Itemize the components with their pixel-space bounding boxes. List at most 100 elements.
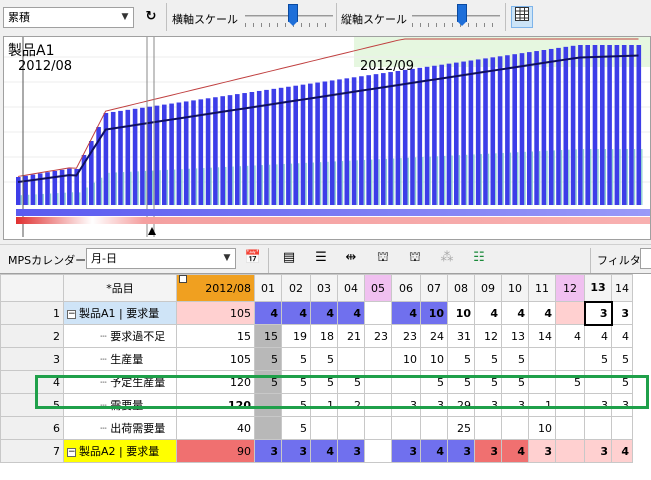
- grid-row[interactable]: 7− 製品A2 | 要求量 90 3 3 4 3 3 4 3 3 4 3 3 4: [0, 439, 633, 463]
- day-cell[interactable]: 23: [391, 324, 421, 348]
- day-cell[interactable]: [528, 347, 556, 371]
- day-cell[interactable]: 3: [474, 393, 502, 417]
- item-cell[interactable]: − 製品A2 | 要求量: [63, 439, 177, 463]
- month-total-cell[interactable]: 90: [176, 439, 255, 463]
- day-cell[interactable]: [364, 301, 392, 325]
- mode-select[interactable]: 累積 ▼: [3, 7, 134, 28]
- day-cell[interactable]: 4: [528, 301, 556, 325]
- day-cell[interactable]: [474, 416, 502, 440]
- day-cell[interactable]: 15: [254, 324, 282, 348]
- day-cell[interactable]: 5: [474, 347, 502, 371]
- day-cell[interactable]: [364, 439, 392, 463]
- day-cell[interactable]: [364, 370, 392, 394]
- day-cell[interactable]: [337, 347, 365, 371]
- day-cell[interactable]: [555, 347, 585, 371]
- day-column-header[interactable]: 09: [474, 274, 502, 302]
- item-cell[interactable]: ┄ 予定生産量: [63, 370, 177, 394]
- day-cell[interactable]: [364, 393, 392, 417]
- day-cell[interactable]: 4: [310, 301, 338, 325]
- day-cell[interactable]: [555, 439, 585, 463]
- day-cell[interactable]: 5: [281, 370, 311, 394]
- day-cell[interactable]: 4: [310, 439, 338, 463]
- grid-row[interactable]: 2 ┄ 要求過不足 15 15 19 18 21 23 23 24 31 12 13 14 4 4 4: [0, 324, 633, 348]
- day-cell[interactable]: 18: [310, 324, 338, 348]
- day-cell[interactable]: [528, 370, 556, 394]
- grid-toggle-button[interactable]: [511, 6, 533, 28]
- h-scale-thumb[interactable]: [288, 4, 298, 26]
- day-cell[interactable]: [584, 370, 612, 394]
- day-cell[interactable]: 5: [281, 416, 311, 440]
- filter-select[interactable]: [640, 248, 651, 269]
- day-cell[interactable]: 12: [474, 324, 502, 348]
- refresh-button[interactable]: ↻: [140, 6, 162, 28]
- item-cell[interactable]: ┄ 生産量: [63, 347, 177, 371]
- day-cell[interactable]: 2: [337, 393, 365, 417]
- day-cell[interactable]: [555, 393, 585, 417]
- day-cell[interactable]: 5: [501, 370, 529, 394]
- item-column-header[interactable]: *品目: [63, 274, 177, 302]
- day-cell[interactable]: 4: [254, 301, 282, 325]
- day-cell[interactable]: [611, 416, 633, 440]
- day-cell[interactable]: 4: [501, 439, 529, 463]
- mps-grid[interactable]: *品目 2012/08 01 02 03 04 05 06 07 08 09 10 11 12 13 14 1−…: [0, 273, 651, 480]
- day-column-header[interactable]: 03: [310, 274, 338, 302]
- grid-row[interactable]: 4 ┄ 予定生産量 120 5 5 5 5 5 5 5 5 5 5: [0, 370, 633, 394]
- day-cell[interactable]: 5: [501, 347, 529, 371]
- expand-rows-button[interactable]: ▤: [278, 247, 300, 269]
- month-total-cell[interactable]: 105: [176, 301, 255, 325]
- fit-width-button[interactable]: ⇹: [340, 247, 362, 269]
- day-cell[interactable]: 3: [420, 393, 448, 417]
- resource-button-2[interactable]: ⛫: [404, 247, 426, 269]
- day-cell[interactable]: 4: [391, 301, 421, 325]
- month-column-header[interactable]: 2012/08: [176, 274, 255, 302]
- day-cell[interactable]: 5: [337, 370, 365, 394]
- day-column-header[interactable]: 08: [447, 274, 475, 302]
- day-cell[interactable]: 4: [584, 324, 612, 348]
- grid-row[interactable]: 5 ┄ 需要量 120 5 1 2 3 3 29 3 3 1 3 3: [0, 393, 633, 417]
- day-cell[interactable]: 5: [254, 347, 282, 371]
- day-cell[interactable]: [254, 393, 282, 417]
- h-scale-slider[interactable]: [245, 1, 333, 31]
- day-column-header[interactable]: 02: [281, 274, 311, 302]
- day-cell[interactable]: 3: [611, 393, 633, 417]
- day-cell[interactable]: 5: [310, 347, 338, 371]
- day-cell[interactable]: [555, 416, 585, 440]
- v-scale-slider[interactable]: [412, 1, 500, 31]
- day-cell[interactable]: 4: [611, 324, 633, 348]
- day-cell[interactable]: 3: [447, 439, 475, 463]
- mps-chart[interactable]: 製品A1 2012/08 2012/09: [3, 36, 651, 240]
- day-cell[interactable]: 5: [584, 347, 612, 371]
- month-total-cell[interactable]: 40: [176, 416, 255, 440]
- day-column-header[interactable]: 11: [528, 274, 556, 302]
- day-cell[interactable]: 3: [501, 393, 529, 417]
- day-cell[interactable]: 1: [528, 393, 556, 417]
- day-cell[interactable]: 23: [364, 324, 392, 348]
- day-cell[interactable]: 3: [583, 300, 613, 326]
- day-cell[interactable]: 3: [391, 439, 421, 463]
- day-cell[interactable]: 10: [420, 301, 448, 325]
- day-column-header[interactable]: 10: [501, 274, 529, 302]
- calendar-select[interactable]: 月-日 ▼: [86, 248, 236, 269]
- day-cell[interactable]: 5: [447, 370, 475, 394]
- day-cell[interactable]: 1: [310, 393, 338, 417]
- day-cell[interactable]: 5: [310, 370, 338, 394]
- item-cell[interactable]: − 製品A1 | 要求量: [63, 301, 177, 325]
- collapse-icon[interactable]: [179, 275, 187, 283]
- day-cell[interactable]: [364, 347, 392, 371]
- day-cell[interactable]: 14: [528, 324, 556, 348]
- collapse-icon[interactable]: −: [67, 447, 76, 457]
- day-column-header[interactable]: 04: [337, 274, 365, 302]
- day-cell[interactable]: 31: [447, 324, 475, 348]
- day-cell[interactable]: [584, 416, 612, 440]
- day-column-header[interactable]: 05: [364, 274, 392, 302]
- day-cell[interactable]: 5: [447, 347, 475, 371]
- day-cell[interactable]: 4: [337, 301, 365, 325]
- day-cell[interactable]: 3: [391, 393, 421, 417]
- day-cell[interactable]: 4: [420, 439, 448, 463]
- day-cell[interactable]: [310, 416, 338, 440]
- item-cell[interactable]: ┄ 出荷需要量: [63, 416, 177, 440]
- day-cell[interactable]: 4: [501, 301, 529, 325]
- day-cell[interactable]: 5: [611, 347, 633, 371]
- day-cell[interactable]: 5: [281, 347, 311, 371]
- day-cell[interactable]: [501, 416, 529, 440]
